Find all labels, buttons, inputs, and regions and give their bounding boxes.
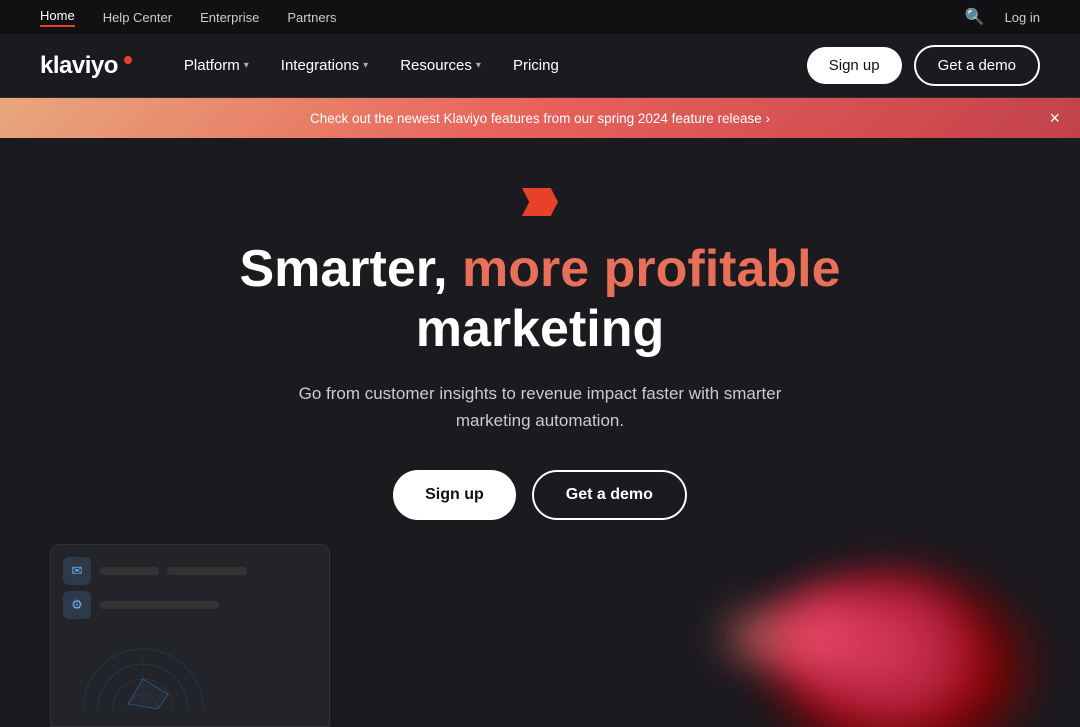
nav-pricing-label: Pricing [513,57,559,74]
main-nav: klaviyo Platform ▾ Integrations ▾ Resour… [0,34,1080,98]
topbar-home-link[interactable]: Home [40,8,75,27]
topbar-partners-link[interactable]: Partners [287,10,336,25]
dash-row-1: ✉ [63,557,317,585]
logo[interactable]: klaviyo [40,52,132,80]
nav-platform-label: Platform [184,57,240,74]
smoke-visual [660,547,1080,727]
dash-line-2 [167,567,247,575]
settings-icon: ⚙ [63,591,91,619]
search-icon[interactable]: 🔍 [965,7,985,27]
nav-integrations-link[interactable]: Integrations ▾ [269,49,380,82]
email-icon: ✉ [63,557,91,585]
banner-arrow-icon[interactable]: › [766,111,771,126]
hero-headline-text1: Smarter, [239,240,462,298]
nav-integrations-label: Integrations [281,57,359,74]
banner-text: Check out the newest Klaviyo features fr… [310,111,770,126]
dash-line-1 [99,567,159,575]
dashboard-mockup: ✉ ⚙ [50,544,330,727]
smoke-blob-4 [720,607,800,667]
topbar-enterprise-link[interactable]: Enterprise [200,10,259,25]
resources-chevron-icon: ▾ [476,60,481,71]
nav-resources-link[interactable]: Resources ▾ [388,49,493,82]
topbar-helpcenter-link[interactable]: Help Center [103,10,172,25]
logo-dot [124,56,132,64]
platform-chevron-icon: ▾ [244,60,249,71]
topbar-right: 🔍 Log in [965,7,1040,27]
nav-resources-label: Resources [400,57,472,74]
nav-right: Sign up Get a demo [807,45,1040,86]
radar-chart [63,629,223,709]
hero-section: Smarter, more profitable marketing Go fr… [0,138,1080,727]
top-utility-bar: Home Help Center Enterprise Partners 🔍 L… [0,0,1080,34]
nav-pricing-link[interactable]: Pricing [501,49,571,82]
nav-platform-link[interactable]: Platform ▾ [172,49,261,82]
hero-brand-icon [522,188,558,216]
nav-signup-button[interactable]: Sign up [807,47,902,84]
hero-demo-button[interactable]: Get a demo [532,470,687,520]
hero-headline: Smarter, more profitable marketing [190,240,890,360]
hero-visuals: ✉ ⚙ [0,567,1080,727]
integrations-chevron-icon: ▾ [363,60,368,71]
dash-row-2: ⚙ [63,591,317,619]
nav-links: Platform ▾ Integrations ▾ Resources ▾ Pr… [172,49,807,82]
banner-message: Check out the newest Klaviyo features fr… [310,111,762,126]
announcement-banner: Check out the newest Klaviyo features fr… [0,98,1080,138]
hero-buttons: Sign up Get a demo [393,470,687,520]
banner-close-button[interactable]: × [1049,109,1060,127]
topbar-login-link[interactable]: Log in [1005,10,1040,25]
dash-line-3 [99,601,219,609]
hero-signup-button[interactable]: Sign up [393,470,516,520]
hero-subtext: Go from customer insights to revenue imp… [260,380,820,434]
logo-text: klaviyo [40,52,118,80]
hero-headline-accent: more profitable [462,240,841,298]
nav-demo-button[interactable]: Get a demo [914,45,1040,86]
hero-headline-text2: marketing [416,300,665,358]
